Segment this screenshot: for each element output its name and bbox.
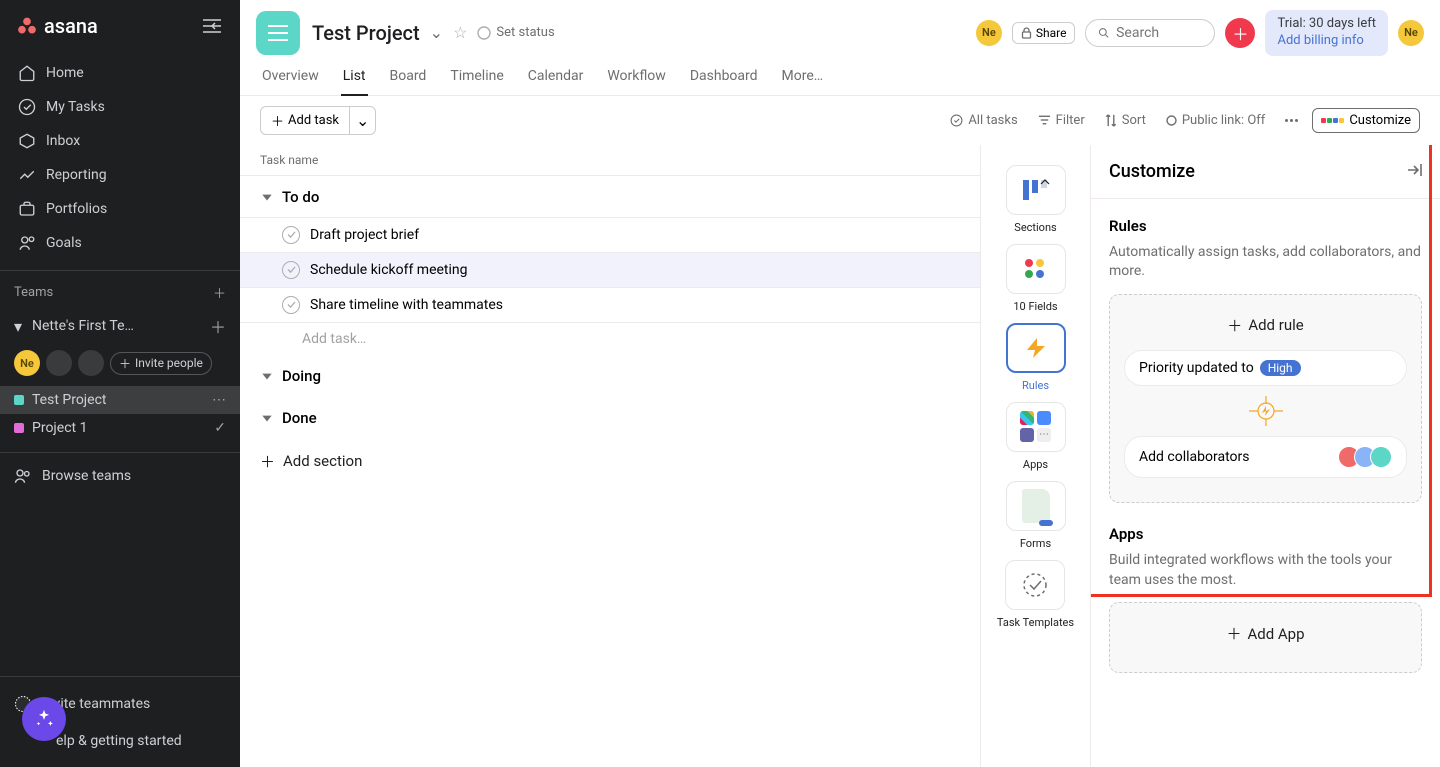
project-color-icon: [14, 423, 24, 433]
add-billing-link[interactable]: Add billing info: [1277, 33, 1376, 50]
nav-reporting[interactable]: Reporting: [8, 158, 232, 192]
collapse-sidebar-icon[interactable]: [200, 14, 224, 38]
tab-board[interactable]: Board: [388, 62, 429, 95]
share-button[interactable]: Share: [1012, 22, 1076, 44]
task-row[interactable]: Draft project brief: [240, 217, 980, 253]
add-rule-button[interactable]: ＋Add rule: [1124, 309, 1407, 350]
customize-icon: [1321, 118, 1344, 123]
trial-banner[interactable]: Trial: 30 days left Add billing info: [1265, 10, 1388, 56]
add-rule-area[interactable]: ＋Add rule Priority updated to High Add c…: [1109, 294, 1422, 503]
complete-check-icon[interactable]: [282, 261, 300, 279]
complete-check-icon[interactable]: [282, 226, 300, 244]
user-avatar[interactable]: Ne: [1398, 20, 1424, 46]
tab-timeline[interactable]: Timeline: [448, 62, 505, 95]
add-team-button[interactable]: ＋: [213, 283, 226, 302]
list-header-task-name: Task name: [240, 145, 980, 176]
customize-strip: Sections 10 Fields Rules ⋯ Apps Forms Ta…: [980, 145, 1090, 767]
logo-text: asana: [44, 14, 98, 38]
check-icon: ✓: [214, 420, 226, 436]
more-actions-icon[interactable]: [1279, 115, 1304, 126]
nav-home[interactable]: Home: [8, 56, 232, 90]
strip-apps[interactable]: ⋯ Apps: [1006, 402, 1066, 471]
panel-title: Customize: [1109, 161, 1195, 182]
avatar: Ne: [14, 350, 40, 376]
member-avatar[interactable]: Ne: [976, 20, 1002, 46]
all-tasks-button[interactable]: All tasks: [944, 109, 1023, 132]
team-add-button[interactable]: ＋: [210, 314, 226, 338]
add-app-area[interactable]: ＋Add App: [1109, 602, 1422, 673]
team-name: Nette's First Te…: [32, 318, 134, 334]
assist-fab[interactable]: [22, 697, 66, 741]
section-todo[interactable]: To do: [240, 176, 980, 218]
project-menu-icon[interactable]: ⋯: [212, 392, 226, 408]
lock-icon: [1021, 27, 1032, 39]
browse-teams[interactable]: Browse teams: [0, 453, 240, 499]
task-row[interactable]: Share timeline with teammates: [240, 287, 980, 323]
tab-overview[interactable]: Overview: [260, 62, 321, 95]
create-button[interactable]: ＋: [1225, 18, 1255, 48]
public-link-button[interactable]: Public link: Off: [1160, 109, 1271, 132]
apps-description: Build integrated workflows with the tool…: [1109, 551, 1422, 590]
close-panel-icon[interactable]: [1406, 162, 1422, 181]
search-icon: [1098, 26, 1110, 40]
project-title: Test Project: [312, 21, 420, 45]
rules-heading: Rules: [1109, 217, 1422, 235]
logo[interactable]: asana: [16, 14, 98, 38]
add-task-dropdown[interactable]: ⌄: [350, 106, 376, 135]
rule-action-card: Add collaborators: [1124, 436, 1407, 478]
set-status-button[interactable]: Set status: [477, 25, 554, 40]
task-row[interactable]: Schedule kickoff meeting: [240, 252, 980, 288]
rule-flow-icon: [1124, 396, 1407, 426]
strip-sections[interactable]: Sections: [1006, 165, 1066, 234]
strip-fields[interactable]: 10 Fields: [1006, 244, 1066, 313]
strip-forms[interactable]: Forms: [1006, 481, 1066, 550]
add-task-inline[interactable]: Add task…: [240, 323, 980, 355]
customize-panel: Customize Rules Automatically assign tas…: [1090, 145, 1440, 767]
project-dropdown-icon[interactable]: ⌄: [430, 23, 443, 42]
teams-header: Teams: [14, 285, 53, 300]
project-icon: [256, 11, 300, 55]
customize-button[interactable]: Customize: [1312, 108, 1420, 133]
tab-workflow[interactable]: Workflow: [605, 62, 668, 95]
tab-dashboard[interactable]: Dashboard: [688, 62, 760, 95]
complete-check-icon[interactable]: [282, 296, 300, 314]
search-input[interactable]: [1085, 19, 1215, 47]
tab-more[interactable]: More…: [780, 62, 826, 95]
sidebar: asana Home My Tasks Inbox Reporting Port…: [0, 0, 240, 767]
section-doing[interactable]: Doing: [240, 355, 980, 397]
filter-button[interactable]: Filter: [1032, 109, 1091, 132]
add-section-button[interactable]: ＋Add section: [240, 439, 980, 484]
add-app-button[interactable]: ＋Add App: [1124, 617, 1407, 658]
collaborator-avatars: [1344, 446, 1392, 468]
nav-goals[interactable]: Goals: [8, 226, 232, 260]
project-project-1[interactable]: Project 1 ✓: [0, 414, 240, 442]
nav-inbox[interactable]: Inbox: [8, 124, 232, 158]
avatar-empty: [46, 350, 72, 376]
rules-description: Automatically assign tasks, add collabor…: [1109, 243, 1422, 282]
strip-task-templates[interactable]: Task Templates: [997, 560, 1074, 629]
team-row[interactable]: ▾ Nette's First Te… ＋: [0, 308, 240, 344]
project-tabs: Overview List Board Timeline Calendar Wo…: [240, 56, 1440, 96]
nav-my-tasks[interactable]: My Tasks: [8, 90, 232, 124]
apps-heading: Apps: [1109, 525, 1422, 543]
project-color-icon: [14, 395, 24, 405]
avatar-empty: [78, 350, 104, 376]
priority-high-pill: High: [1260, 360, 1301, 376]
strip-rules[interactable]: Rules: [1006, 323, 1066, 392]
task-list: Task name To do Draft project brief Sche…: [240, 145, 980, 767]
section-done[interactable]: Done: [240, 397, 980, 439]
nav-portfolios[interactable]: Portfolios: [8, 192, 232, 226]
main: Test Project ⌄ ☆ Set status Ne Share ＋ T…: [240, 0, 1440, 767]
star-icon[interactable]: ☆: [453, 23, 467, 42]
invite-people-button[interactable]: ＋Invite people: [110, 352, 212, 375]
chevron-down-icon: ▾: [14, 317, 24, 336]
sort-button[interactable]: Sort: [1099, 109, 1152, 132]
rule-trigger-card: Priority updated to High: [1124, 350, 1407, 386]
add-task-button[interactable]: ＋Add task: [260, 106, 350, 135]
project-test-project[interactable]: Test Project ⋯: [0, 386, 240, 414]
tab-calendar[interactable]: Calendar: [526, 62, 586, 95]
tab-list[interactable]: List: [341, 62, 368, 96]
